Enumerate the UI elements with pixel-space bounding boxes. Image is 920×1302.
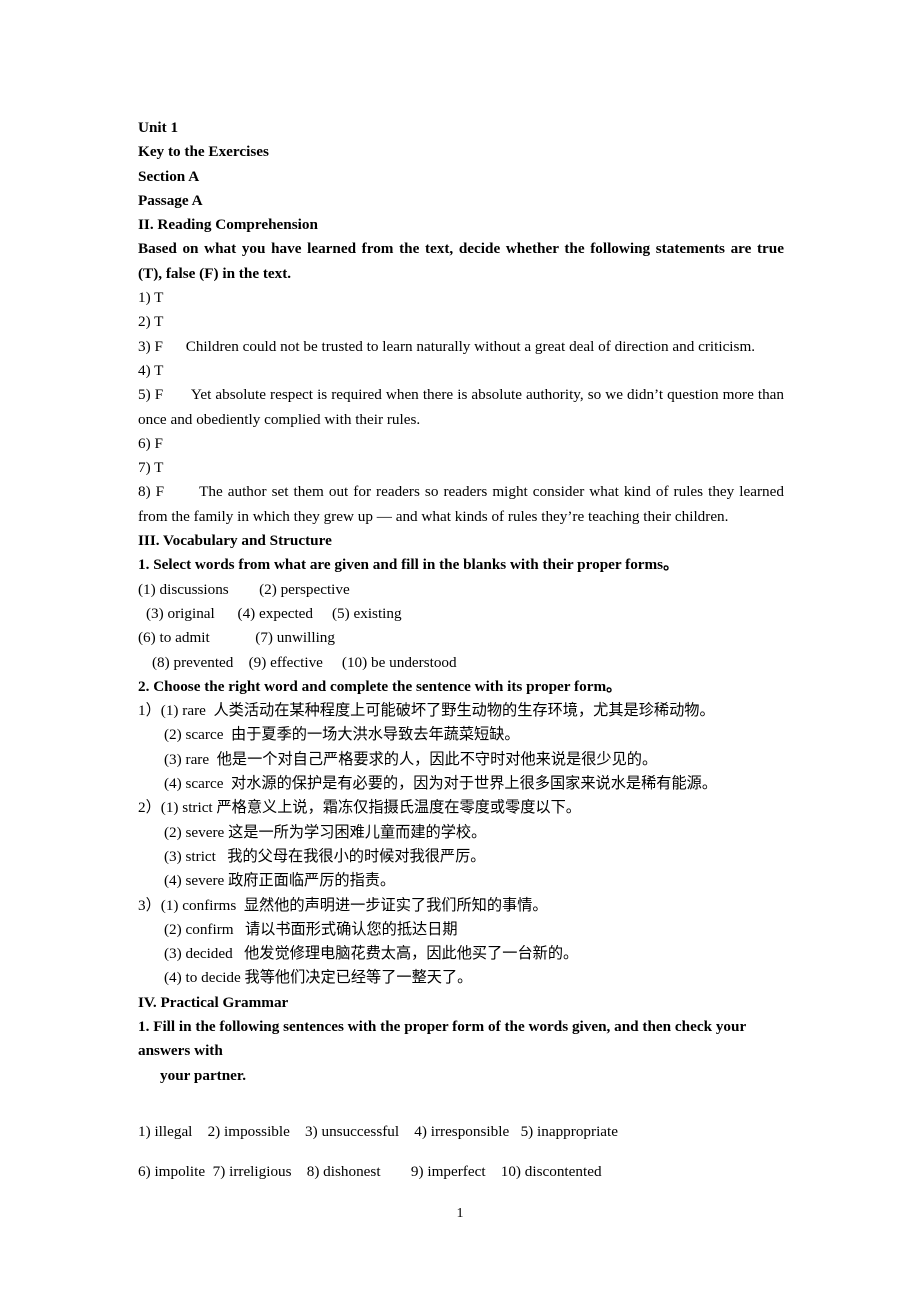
answer-spacer [163, 386, 191, 403]
part-iii-question-1: 1. Select words from what are given and … [138, 556, 679, 574]
answer-label: 6) F [138, 434, 163, 452]
answer-row: 6) F [138, 432, 784, 456]
heading-part-ii: II. Reading Comprehension [138, 216, 318, 234]
word-choice-item: (2) scarce 由于夏季的一场大洪水导致去年蔬菜短缺。 [164, 726, 520, 744]
answer-label: 2) T [138, 313, 164, 331]
word-choice-item: (4) scarce 对水源的保护是有必要的，因为对于世界上很多国家来说水是稀有… [164, 775, 718, 793]
answer-spacer [163, 338, 186, 355]
answer-label: 8) F [138, 483, 165, 501]
part-iv-question-1: 1. Fill in the following sentences with … [138, 1017, 746, 1060]
answer-label: 5) F [138, 386, 164, 404]
answer-label: 1) T [138, 289, 164, 307]
heading-part-iii: III. Vocabulary and Structure [138, 532, 332, 550]
word-choice-item: (3) decided 他发觉修理电脑花费太高，因此他买了一台新的。 [164, 945, 579, 963]
page-number: 1 [456, 1206, 464, 1221]
answer-row: 4) T [138, 359, 784, 383]
group-first-item: (1) rare 人类活动在某种程度上可能破坏了野生动物的生存环境，尤其是珍稀动… [160, 702, 715, 720]
group-number: 2） [138, 799, 161, 817]
answer-label: 3) F [138, 337, 163, 355]
grammar-answer-line: 6) impolite 7) irreligious 8) dishonest … [138, 1163, 602, 1181]
answer-row: 7) T [138, 456, 784, 480]
group-first-item: (1) confirms 显然他的声明进一步证实了我们所知的事情。 [160, 896, 548, 914]
word-choice-item: (4) to decide 我等他们决定已经等了一整天了。 [164, 969, 473, 987]
word-choice-item: (2) severe 这是一所为学习困难儿童而建的学校。 [164, 823, 487, 841]
word-choice-group-row: 1）(1) rare 人类活动在某种程度上可能破坏了野生动物的生存环境，尤其是珍… [138, 699, 784, 723]
answer-spacer [164, 483, 199, 500]
answer-row: 3) F Children could not be trusted to le… [138, 335, 784, 359]
part-iv-question-1-continued: your partner. [160, 1066, 247, 1084]
answer-row: 2) T [138, 310, 784, 334]
group-number: 3） [138, 896, 161, 914]
grammar-answer-line: 1) illegal 2) impossible 3) unsuccessful… [138, 1123, 618, 1141]
document-page: Unit 1 Key to the Exercises Section A Pa… [0, 0, 920, 1302]
heading-part-iv: IV. Practical Grammar [138, 993, 289, 1011]
word-choice-item: (2) confirm 请以书面形式确认您的抵达日期 [164, 920, 458, 938]
answer-row: 5) F Yet absolute respect is required wh… [138, 383, 784, 432]
heading-key-to-the-exercises: Key to the Exercises [138, 143, 269, 161]
vocabulary-answer-line: (8) prevented (9) effective (10) be unde… [152, 653, 457, 671]
heading-passage: Passage A [138, 191, 203, 209]
word-choice-group-row: 2）(1) strict 严格意义上说，霜冻仅指摄氏温度在零度或零度以下。 [138, 796, 784, 820]
part-iii-question-2: 2. Choose the right word and complete th… [138, 677, 622, 695]
answer-text: The author set them out for readers so r… [138, 483, 788, 525]
document-body: Unit 1 Key to the Exercises Section A Pa… [138, 116, 784, 1192]
answer-label: 4) T [138, 361, 164, 379]
word-choice-group-row: 3）(1) confirms 显然他的声明进一步证实了我们所知的事情。 [138, 894, 784, 918]
heading-unit: Unit 1 [138, 119, 179, 136]
vocabulary-answer-line: (1) discussions (2) perspective [138, 580, 350, 598]
answer-label: 7) T [138, 459, 164, 477]
vocabulary-answer-line: (3) original (4) expected (5) existing [146, 604, 402, 622]
word-choice-item: (4) severe 政府正面临严厉的指责。 [164, 872, 396, 890]
word-choice-item: (3) strict 我的父母在我很小的时候对我很严厉。 [164, 847, 486, 865]
group-number: 1） [138, 702, 161, 720]
vocabulary-answer-line: (6) to admit (7) unwilling [138, 629, 335, 647]
word-choice-item: (3) rare 他是一个对自己严格要求的人，因此不守时对他来说是很少见的。 [164, 750, 658, 768]
answer-row: 1) T [138, 286, 784, 310]
part-ii-instruction: Based on what you have learned from the … [138, 240, 788, 282]
answer-text: Yet absolute respect is required when th… [138, 386, 788, 428]
answer-row: 8) F The author set them out for readers… [138, 480, 784, 529]
heading-section: Section A [138, 167, 200, 185]
group-first-item: (1) strict 严格意义上说，霜冻仅指摄氏温度在零度或零度以下。 [160, 799, 581, 817]
answer-text: Children could not be trusted to learn n… [185, 337, 756, 355]
